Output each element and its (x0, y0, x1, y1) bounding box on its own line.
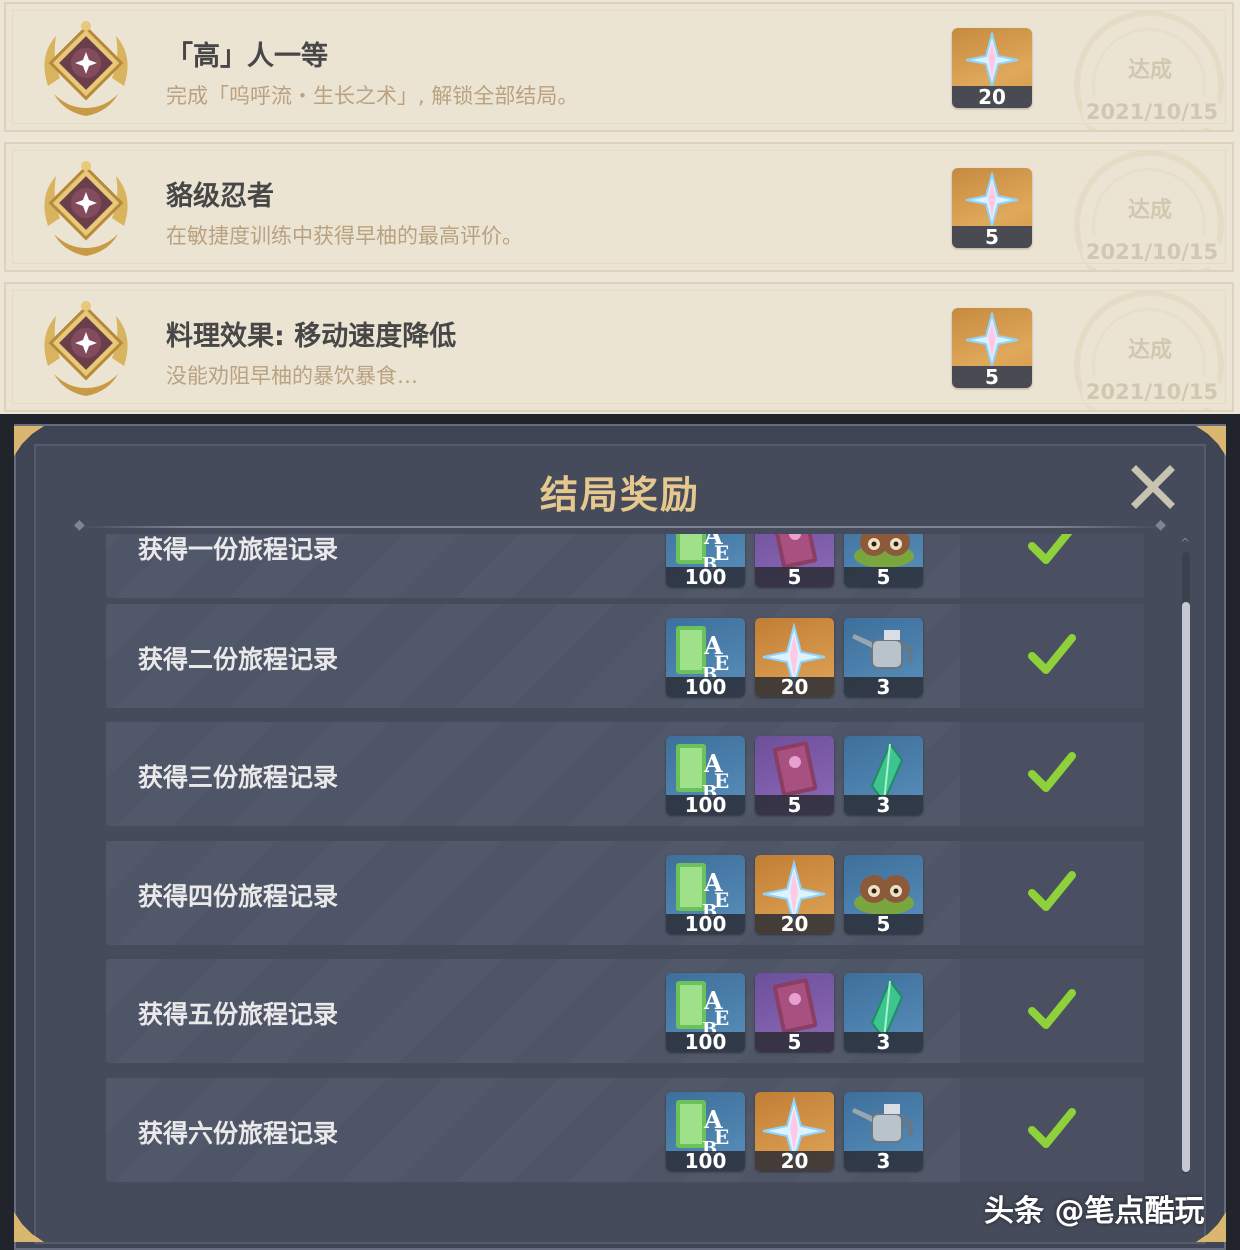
reward-slot[interactable]: 20 (755, 1092, 834, 1171)
checkmark-icon (1028, 534, 1073, 564)
reward-quantity: 3 (844, 795, 923, 815)
reward-count: 5 (952, 366, 1032, 388)
reward-list[interactable]: 获得一份旅程记录 A E B 100 5 5 获得二份旅程记录 A E B 100 20 3 获得三份旅程记… (106, 534, 1146, 1194)
reward-quantity: 100 (666, 795, 745, 815)
reward-quantity: 3 (844, 677, 923, 697)
watermark: 头条 @笔点酷玩 (984, 1194, 1205, 1229)
close-icon[interactable] (1130, 464, 1176, 510)
reward-quantity: 5 (844, 567, 923, 587)
reward-slot[interactable]: A E B 100 (666, 855, 745, 934)
reward-count: 5 (952, 226, 1032, 248)
reward-quantity: 5 (755, 567, 834, 587)
reward-slot[interactable]: 5 (844, 855, 923, 934)
checkmark-icon (1028, 752, 1076, 792)
reward-slot[interactable]: A E B 100 (666, 736, 745, 815)
checkmark-icon (1028, 634, 1076, 674)
reward-quantity: 100 (666, 1032, 745, 1052)
achievement-card[interactable]: 「高」人一等 完成「呜呼流・生长之术」, 解锁全部结局。 20 达成 2021/… (4, 2, 1234, 132)
completed-stamp: 达成 2021/10/15 (1068, 144, 1232, 270)
reward-quantity: 5 (755, 795, 834, 815)
reward-row: 获得三份旅程记录 A E B 100 5 3 (106, 722, 1144, 826)
achievement-medal-icon (44, 161, 128, 256)
row-label: 获得五份旅程记录 (138, 1000, 339, 1029)
reward-slot[interactable]: A E B 100 (666, 534, 745, 587)
reward-quantity: 100 (666, 567, 745, 587)
ending-rewards-dialog: 结局奖励 获得一份旅程记录AEB10055获得二份旅程记录AEB100203获得… (0, 414, 1240, 1250)
reward-slot[interactable]: 5 (755, 736, 834, 815)
checkmark-icon (1028, 1108, 1076, 1148)
reward-quantity: 3 (844, 1151, 923, 1171)
stamp-status: 达成 (1127, 338, 1172, 363)
reward-count: 20 (952, 86, 1032, 108)
reward-slot[interactable]: 3 (844, 973, 923, 1052)
reward-slot[interactable]: 5 (755, 973, 834, 1052)
reward-row: 获得四份旅程记录 A E B 100 20 5 (106, 841, 1144, 945)
achievement-title: 貉级忍者 (166, 181, 274, 212)
achievement-title: 料理效果: 移动速度降低 (166, 321, 457, 352)
scrollbar-thumb[interactable] (1182, 602, 1190, 1172)
reward-slot[interactable]: 20 (755, 855, 834, 934)
reward-row: 获得五份旅程记录 A E B 100 5 3 (106, 959, 1144, 1063)
row-label: 获得四份旅程记录 (138, 882, 339, 911)
row-label: 获得二份旅程记录 (138, 645, 339, 674)
primogem-reward: 20 (952, 28, 1032, 108)
scrollbar[interactable] (1182, 552, 1190, 1174)
reward-row: 获得二份旅程记录 A E B 100 20 3 (106, 604, 1144, 708)
checkmark-icon (1028, 989, 1076, 1029)
achievement-medal-icon (44, 301, 128, 396)
reward-slot[interactable]: 3 (844, 736, 923, 815)
scroll-up-icon[interactable]: ^ (1180, 537, 1192, 549)
checkmark-icon (1028, 871, 1076, 911)
stamp-date: 2021/10/15 (1082, 376, 1222, 408)
reward-row: 获得一份旅程记录 A E B 100 5 5 (106, 534, 1144, 598)
title-divider (74, 517, 1166, 533)
achievement-medal-icon (44, 21, 128, 116)
stamp-date: 2021/10/15 (1082, 96, 1222, 128)
achievement-description: 完成「呜呼流・生长之术」, 解锁全部结局。 (166, 84, 579, 108)
stamp-status: 达成 (1127, 198, 1172, 223)
row-label: 获得三份旅程记录 (138, 763, 339, 792)
reward-quantity: 20 (755, 914, 834, 934)
reward-quantity: 20 (755, 1151, 834, 1171)
dialog-title: 结局奖励 (539, 473, 700, 517)
stamp-date: 2021/10/15 (1082, 236, 1222, 268)
achievement-description: 在敏捷度训练中获得早柚的最高评价。 (166, 224, 523, 248)
achievement-card[interactable]: 料理效果: 移动速度降低 没能劝阻早柚的暴饮暴食… 5 达成 2021/10/1… (4, 282, 1234, 412)
reward-slot[interactable]: 3 (844, 1092, 923, 1171)
reward-slot[interactable]: 3 (844, 618, 923, 697)
corner-ornament-icon (14, 426, 44, 456)
reward-quantity: 100 (666, 677, 745, 697)
reward-slot[interactable]: A E B 100 (666, 973, 745, 1052)
primogem-reward: 5 (952, 308, 1032, 388)
row-label: 获得六份旅程记录 (138, 1119, 339, 1148)
achievement-list: 「高」人一等 完成「呜呼流・生长之术」, 解锁全部结局。 20 达成 2021/… (0, 0, 1240, 414)
corner-ornament-icon (1196, 426, 1226, 456)
primogem-reward: 5 (952, 168, 1032, 248)
corner-ornament-icon (14, 1212, 44, 1242)
reward-row: 获得六份旅程记录 A E B 100 20 3 (106, 1078, 1144, 1182)
reward-quantity: 100 (666, 1151, 745, 1171)
achievement-description: 没能劝阻早柚的暴饮暴食… (166, 364, 418, 388)
reward-quantity: 20 (755, 677, 834, 697)
reward-slot[interactable]: A E B 100 (666, 618, 745, 697)
primogem-icon (965, 312, 1019, 368)
reward-quantity: 5 (844, 914, 923, 934)
reward-quantity: 5 (755, 1032, 834, 1052)
achievement-card[interactable]: 貉级忍者 在敏捷度训练中获得早柚的最高评价。 5 达成 2021/10/15 (4, 142, 1234, 272)
achievement-title: 「高」人一等 (166, 41, 328, 72)
reward-slot[interactable]: 5 (755, 534, 834, 587)
reward-slot[interactable]: 5 (844, 534, 923, 587)
stamp-status: 达成 (1127, 58, 1172, 83)
completed-stamp: 达成 2021/10/15 (1068, 284, 1232, 410)
primogem-icon (965, 32, 1019, 88)
primogem-icon (965, 172, 1019, 228)
reward-quantity: 3 (844, 1032, 923, 1052)
reward-quantity: 100 (666, 914, 745, 934)
completed-stamp: 达成 2021/10/15 (1068, 4, 1232, 130)
row-label: 获得一份旅程记录 (138, 535, 339, 564)
reward-slot[interactable]: 20 (755, 618, 834, 697)
reward-slot[interactable]: A E B 100 (666, 1092, 745, 1171)
